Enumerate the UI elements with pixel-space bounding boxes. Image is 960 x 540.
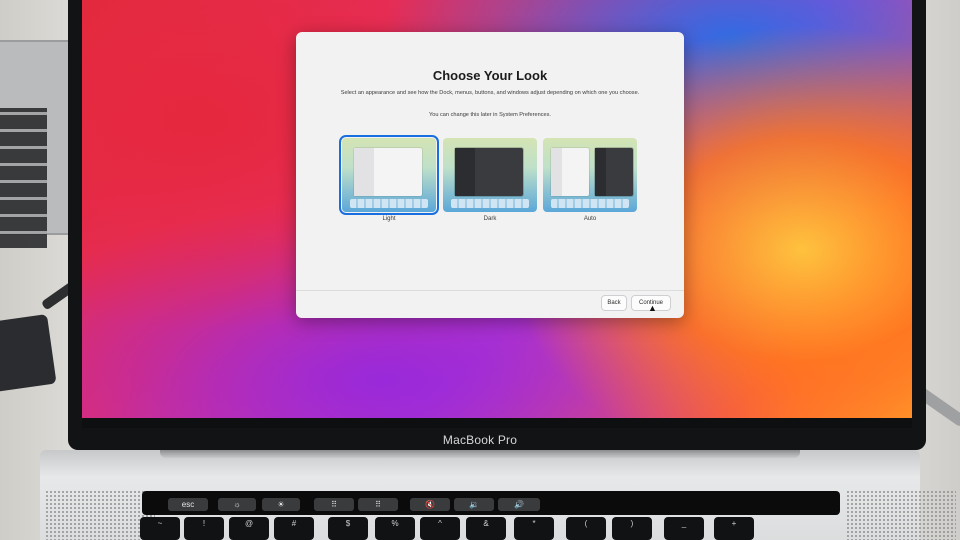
speaker-grille-right	[846, 490, 956, 540]
key[interactable]: ~	[140, 517, 180, 540]
key[interactable]: ^	[420, 517, 460, 540]
key[interactable]: #	[274, 517, 314, 540]
key[interactable]: &	[466, 517, 506, 540]
auto-light-preview	[551, 148, 589, 196]
key[interactable]: %	[375, 517, 415, 540]
dialog-description: Select an appearance and see how the Doc…	[340, 90, 640, 96]
dock-preview	[350, 199, 428, 208]
option-label-auto: Auto	[583, 216, 597, 222]
mouse-pointer-icon: ▲	[648, 303, 657, 313]
key[interactable]: _	[664, 517, 704, 540]
touchbar-esc-key[interactable]: esc	[168, 498, 208, 511]
dialog-divider	[296, 290, 684, 291]
key[interactable]: $	[328, 517, 368, 540]
option-label-dark: Dark	[483, 216, 497, 222]
key[interactable]: *	[514, 517, 554, 540]
key[interactable]: !	[184, 517, 224, 540]
volume-up-icon[interactable]: 🔊	[498, 498, 540, 511]
hinge	[160, 450, 800, 458]
mute-icon[interactable]: 🔇	[410, 498, 450, 511]
dock-preview	[551, 199, 629, 208]
side-laptop	[0, 40, 75, 248]
volume-down-icon[interactable]: 🔉	[454, 498, 494, 511]
key[interactable]: )	[612, 517, 652, 540]
brightness-down-icon[interactable]: ☼	[218, 498, 256, 511]
usb-hub	[0, 314, 57, 392]
key[interactable]: +	[714, 517, 754, 540]
speaker-grille-left	[45, 490, 155, 540]
keyboard-light-up-icon[interactable]: ⠿	[358, 498, 398, 511]
dialog-title: Choose Your Look	[432, 68, 548, 83]
option-label-light: Light	[382, 216, 396, 222]
side-laptop-keyboard	[0, 108, 47, 248]
brand-label: MacBook Pro	[442, 433, 518, 447]
light-window-preview	[354, 148, 422, 196]
key[interactable]: (	[566, 517, 606, 540]
keyboard-light-down-icon[interactable]: ⠿	[314, 498, 354, 511]
appearance-option-auto[interactable]	[543, 138, 637, 212]
brightness-up-icon[interactable]: ☀	[262, 498, 300, 511]
appearance-dialog: Choose Your Look Select an appearance an…	[296, 32, 684, 318]
auto-dark-preview	[595, 148, 633, 196]
bezel-bottom	[82, 418, 912, 428]
appearance-option-dark[interactable]	[443, 138, 537, 212]
key[interactable]: @	[229, 517, 269, 540]
dialog-note: You can change this later in System Pref…	[429, 112, 551, 118]
dock-preview	[451, 199, 529, 208]
dark-window-preview	[455, 148, 523, 196]
appearance-option-light[interactable]	[339, 135, 439, 215]
back-button[interactable]: Back	[602, 296, 626, 310]
